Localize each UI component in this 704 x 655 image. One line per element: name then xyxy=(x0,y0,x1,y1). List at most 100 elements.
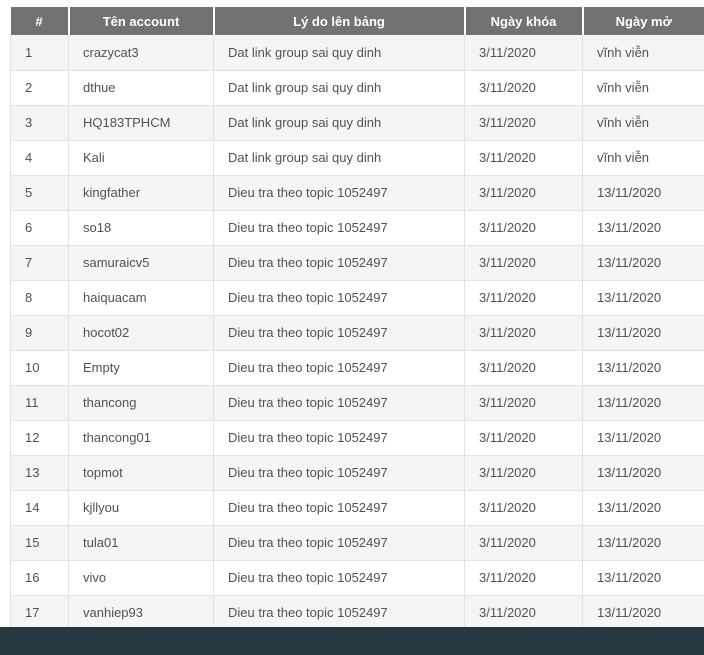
cell-index: 9 xyxy=(11,315,69,350)
cell-index: 13 xyxy=(11,455,69,490)
cell-open: 13/11/2020 xyxy=(583,210,704,245)
cell-open: 13/11/2020 xyxy=(583,315,704,350)
table-header-row: #Tên accountLý do lên bảngNgày khóaNgày … xyxy=(11,7,704,35)
table-row: 9hocot02Dieu tra theo topic 10524973/11/… xyxy=(11,315,704,350)
cell-reason: Dieu tra theo topic 1052497 xyxy=(214,385,465,420)
cell-lock: 3/11/2020 xyxy=(465,245,583,280)
cell-reason: Dat link group sai quy dinh xyxy=(214,105,465,140)
cell-index: 8 xyxy=(11,280,69,315)
table-row: 3HQ183TPHCMDat link group sai quy dinh3/… xyxy=(11,105,704,140)
cell-lock: 3/11/2020 xyxy=(465,420,583,455)
cell-open: vĩnh viễn xyxy=(583,140,704,175)
cell-reason: Dieu tra theo topic 1052497 xyxy=(214,175,465,210)
footer-bar xyxy=(0,627,704,655)
cell-account: vivo xyxy=(69,560,214,595)
cell-account: samuraicv5 xyxy=(69,245,214,280)
table-row: 17vanhiep93Dieu tra theo topic 10524973/… xyxy=(11,595,704,630)
cell-lock: 3/11/2020 xyxy=(465,490,583,525)
column-header-index: # xyxy=(11,7,69,35)
cell-index: 2 xyxy=(11,70,69,105)
cell-index: 4 xyxy=(11,140,69,175)
cell-lock: 3/11/2020 xyxy=(465,525,583,560)
cell-account: Empty xyxy=(69,350,214,385)
cell-reason: Dieu tra theo topic 1052497 xyxy=(214,560,465,595)
cell-open: 13/11/2020 xyxy=(583,560,704,595)
cell-account: thancong xyxy=(69,385,214,420)
cell-index: 6 xyxy=(11,210,69,245)
cell-open: 13/11/2020 xyxy=(583,455,704,490)
cell-open: 13/11/2020 xyxy=(583,420,704,455)
table-row: 14kjllyouDieu tra theo topic 10524973/11… xyxy=(11,490,704,525)
cell-open: vĩnh viễn xyxy=(583,35,704,70)
cell-account: dthue xyxy=(69,70,214,105)
cell-index: 12 xyxy=(11,420,69,455)
cell-open: 13/11/2020 xyxy=(583,350,704,385)
cell-open: 13/11/2020 xyxy=(583,280,704,315)
cell-account: crazycat3 xyxy=(69,35,214,70)
ban-list-table: #Tên accountLý do lên bảngNgày khóaNgày … xyxy=(10,7,704,631)
cell-lock: 3/11/2020 xyxy=(465,560,583,595)
column-header-reason: Lý do lên bảng xyxy=(214,7,465,35)
cell-lock: 3/11/2020 xyxy=(465,210,583,245)
cell-open: vĩnh viễn xyxy=(583,105,704,140)
cell-reason: Dieu tra theo topic 1052497 xyxy=(214,280,465,315)
table-row: 15tula01Dieu tra theo topic 10524973/11/… xyxy=(11,525,704,560)
cell-open: 13/11/2020 xyxy=(583,385,704,420)
cell-lock: 3/11/2020 xyxy=(465,280,583,315)
cell-account: HQ183TPHCM xyxy=(69,105,214,140)
cell-reason: Dieu tra theo topic 1052497 xyxy=(214,315,465,350)
cell-reason: Dieu tra theo topic 1052497 xyxy=(214,455,465,490)
table-row: 13topmotDieu tra theo topic 10524973/11/… xyxy=(11,455,704,490)
cell-reason: Dieu tra theo topic 1052497 xyxy=(214,210,465,245)
cell-lock: 3/11/2020 xyxy=(465,35,583,70)
column-header-account: Tên account xyxy=(69,7,214,35)
cell-reason: Dat link group sai quy dinh xyxy=(214,140,465,175)
cell-lock: 3/11/2020 xyxy=(465,70,583,105)
table-row: 11thancongDieu tra theo topic 10524973/1… xyxy=(11,385,704,420)
table-row: 5kingfatherDieu tra theo topic 10524973/… xyxy=(11,175,704,210)
cell-index: 5 xyxy=(11,175,69,210)
cell-lock: 3/11/2020 xyxy=(465,595,583,630)
cell-account: kjllyou xyxy=(69,490,214,525)
table-row: 8haiquacamDieu tra theo topic 10524973/1… xyxy=(11,280,704,315)
cell-account: hocot02 xyxy=(69,315,214,350)
cell-index: 1 xyxy=(11,35,69,70)
cell-reason: Dieu tra theo topic 1052497 xyxy=(214,245,465,280)
cell-reason: Dieu tra theo topic 1052497 xyxy=(214,595,465,630)
cell-account: vanhiep93 xyxy=(69,595,214,630)
cell-account: thancong01 xyxy=(69,420,214,455)
table-header: #Tên accountLý do lên bảngNgày khóaNgày … xyxy=(11,7,704,35)
cell-account: Kali xyxy=(69,140,214,175)
cell-account: haiquacam xyxy=(69,280,214,315)
table-row: 12thancong01Dieu tra theo topic 10524973… xyxy=(11,420,704,455)
cell-reason: Dat link group sai quy dinh xyxy=(214,70,465,105)
cell-index: 7 xyxy=(11,245,69,280)
cell-reason: Dieu tra theo topic 1052497 xyxy=(214,350,465,385)
table-row: 4KaliDat link group sai quy dinh3/11/202… xyxy=(11,140,704,175)
cell-open: 13/11/2020 xyxy=(583,175,704,210)
cell-index: 15 xyxy=(11,525,69,560)
cell-account: topmot xyxy=(69,455,214,490)
cell-account: so18 xyxy=(69,210,214,245)
cell-open: 13/11/2020 xyxy=(583,595,704,630)
cell-account: kingfather xyxy=(69,175,214,210)
cell-reason: Dat link group sai quy dinh xyxy=(214,35,465,70)
table-body: 1crazycat3Dat link group sai quy dinh3/1… xyxy=(11,35,704,630)
table-row: 7samuraicv5Dieu tra theo topic 10524973/… xyxy=(11,245,704,280)
cell-lock: 3/11/2020 xyxy=(465,350,583,385)
cell-index: 10 xyxy=(11,350,69,385)
cell-index: 3 xyxy=(11,105,69,140)
cell-open: 13/11/2020 xyxy=(583,245,704,280)
cell-index: 11 xyxy=(11,385,69,420)
cell-lock: 3/11/2020 xyxy=(465,140,583,175)
ban-list-table-container: #Tên accountLý do lên bảngNgày khóaNgày … xyxy=(10,7,704,631)
cell-lock: 3/11/2020 xyxy=(465,385,583,420)
cell-index: 16 xyxy=(11,560,69,595)
cell-index: 14 xyxy=(11,490,69,525)
cell-reason: Dieu tra theo topic 1052497 xyxy=(214,420,465,455)
table-row: 6so18Dieu tra theo topic 10524973/11/202… xyxy=(11,210,704,245)
table-row: 10EmptyDieu tra theo topic 10524973/11/2… xyxy=(11,350,704,385)
cell-index: 17 xyxy=(11,595,69,630)
column-header-open: Ngày mở xyxy=(583,7,704,35)
cell-lock: 3/11/2020 xyxy=(465,455,583,490)
